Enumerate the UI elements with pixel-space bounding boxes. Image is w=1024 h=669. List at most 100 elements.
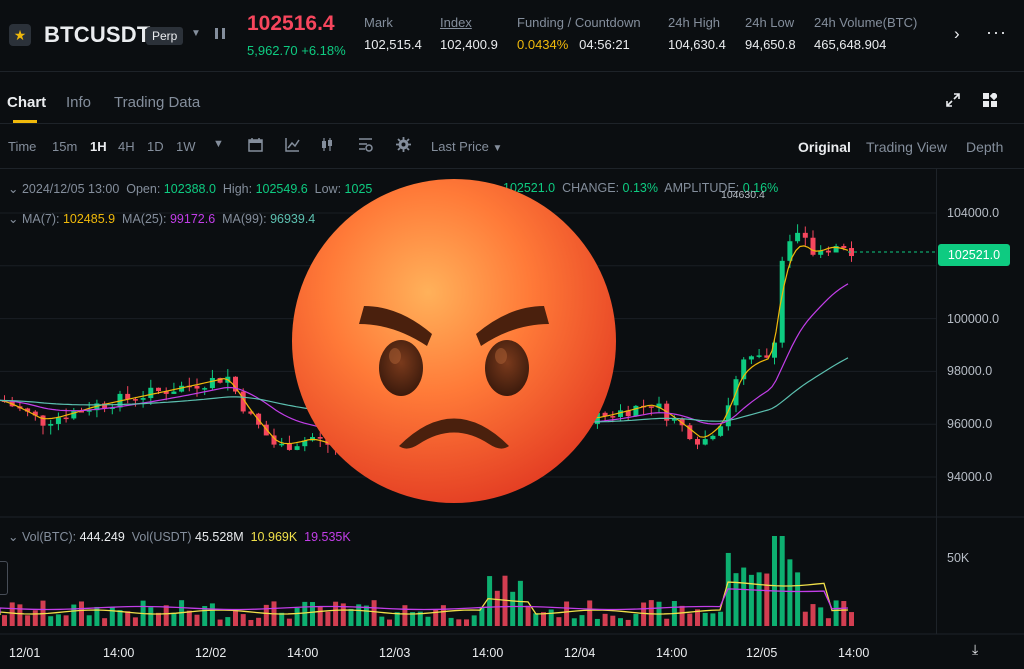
volume-bar <box>741 567 747 626</box>
symbol-name[interactable]: BTCUSDT <box>44 22 151 48</box>
volume-bar <box>71 604 77 626</box>
volume-bar <box>849 612 854 626</box>
stat-label[interactable]: Index <box>440 15 498 30</box>
volume-bar <box>756 572 762 626</box>
volume-bar <box>248 619 254 626</box>
vol-usdt-value: 45.528M <box>195 530 244 544</box>
volume-bar <box>564 601 570 626</box>
volume-bar <box>402 605 408 626</box>
volume-bar <box>102 618 108 626</box>
volume-info-line: ⌄ Vol(BTC): 444.249 Vol(USDT) 45.528M 10… <box>8 529 351 544</box>
candle-body <box>171 391 177 394</box>
stat-mark: Mark 102,515.4 <box>364 15 422 52</box>
active-tab-indicator <box>13 120 37 123</box>
volume-bar <box>633 613 639 626</box>
volume-bar <box>610 615 616 626</box>
reset-scale-icon[interactable]: ⤓ <box>972 641 978 658</box>
volume-bar <box>687 613 693 626</box>
volume-bar <box>302 601 308 626</box>
stat-label: 24h High <box>668 15 721 30</box>
calendar-icon[interactable] <box>248 137 263 152</box>
volume-bar <box>425 616 431 626</box>
candle-body <box>63 417 69 420</box>
ohlc-date: 2024/12/05 13:00 <box>21 182 120 196</box>
indicator-icon[interactable] <box>285 137 300 152</box>
chevron-right-icon[interactable]: › <box>954 24 960 44</box>
volume-bar <box>48 616 54 626</box>
vol-usdt-label: Vol(USDT) <box>131 530 192 544</box>
price-change: 5,962.70 +6.18% <box>247 43 346 58</box>
volume-bar <box>132 617 138 626</box>
view-trading-view[interactable]: Trading View <box>866 139 947 155</box>
favorite-star-icon[interactable]: ★ <box>9 24 31 46</box>
more-intervals-caret-icon[interactable]: ▼ <box>213 138 224 150</box>
volume-bar <box>148 607 154 626</box>
fullscreen-icon[interactable] <box>946 93 960 107</box>
interval-1w[interactable]: 1W <box>176 139 196 154</box>
volume-bar <box>163 605 169 626</box>
volume-bar <box>825 618 831 626</box>
volume-bar <box>833 600 839 626</box>
tab-trading-data[interactable]: Trading Data <box>114 94 200 111</box>
candle-body <box>132 399 138 401</box>
vol-btc-value: 444.249 <box>79 530 125 544</box>
volume-bar <box>456 619 462 626</box>
volume-bar <box>664 618 670 626</box>
volume-bar <box>648 600 654 626</box>
interval-time[interactable]: Time <box>8 139 36 154</box>
volume-bar <box>587 600 593 626</box>
interval-1d[interactable]: 1D <box>147 139 164 154</box>
interval-4h[interactable]: 4H <box>118 139 135 154</box>
price-change-abs: 5,962.70 <box>247 43 298 58</box>
volume-bar <box>310 602 315 626</box>
price-type-caret-icon: ▼ <box>492 143 503 154</box>
funding-rate: 0.0434% <box>517 37 569 52</box>
volume-bar <box>679 605 685 626</box>
chart-scroll-handle[interactable] <box>0 561 8 595</box>
volume-bar <box>2 615 7 626</box>
layout-grid-icon[interactable] <box>983 93 997 107</box>
volume-bar <box>171 612 177 626</box>
volume-bar <box>186 610 192 626</box>
volume-bar <box>448 617 454 626</box>
volume-bar <box>571 618 577 626</box>
ma7-label: MA(7): <box>21 212 60 226</box>
stat-value: 102,515.4 <box>364 37 422 52</box>
candle-style-icon[interactable] <box>320 137 338 152</box>
volume-bar <box>117 610 123 626</box>
volume-bar <box>63 615 69 626</box>
candle-body <box>810 237 816 255</box>
collapse-caret-icon[interactable]: ⌄ <box>8 530 18 544</box>
time-axis-label: 12/02 <box>195 646 227 660</box>
stat-label: Mark <box>364 15 393 30</box>
price-type-select[interactable]: Last Price ▼ <box>431 139 502 154</box>
view-original[interactable]: Original <box>798 139 851 155</box>
volume-bar <box>718 611 724 626</box>
volume-bar <box>548 609 554 626</box>
volume-bar <box>764 573 770 626</box>
template-icon[interactable] <box>358 137 373 152</box>
tab-chart[interactable]: Chart <box>7 94 46 111</box>
candle-body <box>194 385 200 389</box>
view-depth[interactable]: Depth <box>966 139 1003 155</box>
symbol-dropdown-caret-icon[interactable]: ▼ <box>191 28 201 39</box>
volume-bar <box>55 614 61 626</box>
more-options-icon[interactable]: ··· <box>986 22 1007 43</box>
price-axis-label: 104000.0 <box>947 206 1000 220</box>
stat-value: 104,630.4 <box>668 37 726 52</box>
interval-1h[interactable]: 1H <box>90 139 107 154</box>
volume-bar <box>371 600 377 626</box>
candle-body <box>748 356 754 360</box>
collapse-caret-icon[interactable]: ⌄ <box>8 212 18 226</box>
candle-body <box>710 435 716 440</box>
volume-bar <box>240 614 246 626</box>
stat-value: 94,650.8 <box>745 37 796 52</box>
volume-bar <box>618 618 623 626</box>
interval-15m[interactable]: 15m <box>52 139 77 154</box>
price-axis-label: 96000.0 <box>947 417 993 431</box>
stat-index[interactable]: Index 102,400.9 <box>440 15 498 52</box>
gear-icon[interactable] <box>396 137 411 152</box>
collapse-caret-icon[interactable]: ⌄ <box>8 182 18 196</box>
tab-info[interactable]: Info <box>66 94 91 111</box>
contract-info-icon[interactable] <box>215 28 225 39</box>
